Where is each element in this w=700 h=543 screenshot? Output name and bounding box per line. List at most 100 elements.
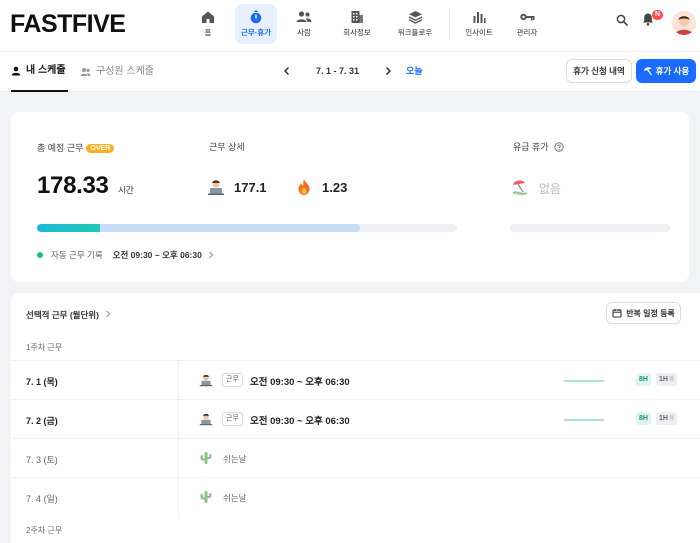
chevron-right-icon[interactable] <box>384 66 392 76</box>
nav-label: 근무·휴가 <box>240 28 272 37</box>
tab-member-schedule[interactable]: 구성원 스케줄 <box>80 52 154 92</box>
paid-leave-value: 없음 <box>539 182 562 196</box>
key-icon <box>520 13 535 21</box>
nav-item-work-leave[interactable]: 근무·휴가 <box>235 4 277 44</box>
break-value: 1H <box>659 415 668 422</box>
work-type-title[interactable]: 선택적 근무 (월단위) <box>26 309 111 321</box>
title-text: 선택적 근무 (월단위) <box>26 310 99 320</box>
break-hours-badge: 1H휴 <box>656 373 678 386</box>
status-dot <box>37 252 43 258</box>
row-divider <box>178 478 179 517</box>
chevron-left-icon[interactable] <box>283 66 291 76</box>
nav-label: 관리자 <box>516 28 538 37</box>
building-icon <box>351 11 363 23</box>
cactus-icon <box>200 452 212 464</box>
overtime-stat: 1.23 <box>295 178 347 196</box>
tab-label: 구성원 스케줄 <box>96 66 154 77</box>
people-icon <box>80 68 91 76</box>
leave-history-button[interactable]: 휴가 신청 내역 <box>566 59 632 83</box>
calendar-icon <box>612 309 622 318</box>
nav-item-admin[interactable]: 관리자 <box>506 4 548 44</box>
work-summary-card: 총 예정 근무 OVER 178.33 시간 근무 상세 177.1 1.23 유… <box>11 112 689 282</box>
nav-label: 워크플로우 <box>397 28 433 37</box>
total-hours-value: 178.33 <box>37 172 109 199</box>
break-suffix: 휴 <box>668 416 675 422</box>
leave-progress-bar <box>510 224 670 232</box>
paid-leave-label: 유급 휴가 <box>513 140 564 153</box>
total-scheduled-label: 총 예정 근무 OVER <box>37 141 115 154</box>
stopwatch-icon <box>250 10 262 24</box>
notification-badge: N <box>652 10 664 20</box>
tab-label: 내 스케줄 <box>26 65 66 76</box>
week-header: 2주차 근무 <box>26 526 63 535</box>
label-text: 유급 휴가 <box>513 142 549 152</box>
work-tag: 근무 <box>222 412 243 426</box>
break-value: 1H <box>659 376 668 383</box>
cactus-icon <box>200 491 212 503</box>
row-date: 7. 4 (일) <box>26 494 58 504</box>
row-divider <box>178 439 179 478</box>
day-off-label: 쉬는날 <box>223 493 247 503</box>
chevron-right-icon <box>106 310 111 318</box>
brand-logo[interactable]: FASTFIVE <box>10 10 126 39</box>
nav-item-workflow[interactable]: 워크플로우 <box>389 4 441 44</box>
worker-laptop-icon <box>199 374 213 387</box>
home-icon <box>202 11 214 23</box>
nav-divider <box>449 10 450 38</box>
date-navigator: 7. 1 - 7. 31 오늘 <box>283 64 423 77</box>
nav-item-people[interactable]: 사람 <box>283 4 325 44</box>
row-divider <box>178 400 179 439</box>
day-off-label: 쉬는날 <box>223 454 247 464</box>
week-header: 1주차 근무 <box>26 343 63 352</box>
work-detail-label: 근무 상세 <box>209 142 245 152</box>
over-badge: OVER <box>86 144 115 153</box>
schedule-row[interactable]: 7. 1 (목) 근무 오전 09:30 ~ 오후 06:30 8H 1H휴 <box>11 360 700 400</box>
timeline-bar <box>564 419 604 421</box>
progress-fill-head <box>37 224 100 232</box>
work-progress-bar <box>37 224 457 232</box>
worker-laptop-icon <box>207 178 225 196</box>
schedule-row[interactable]: 7. 4 (일) 쉬는날 <box>11 477 700 517</box>
use-leave-button[interactable]: 휴가 사용 <box>636 59 696 83</box>
work-time: 오전 09:30 ~ 오후 06:30 <box>250 416 350 427</box>
people-icon <box>296 11 312 22</box>
nav-label: 홈 <box>204 28 212 37</box>
regular-work-hours: 177.1 <box>234 179 267 195</box>
button-label: 반복 일정 등록 <box>626 308 675 318</box>
avatar[interactable] <box>672 11 696 35</box>
row-date: 7. 3 (토) <box>26 455 58 465</box>
beach-umbrella-icon <box>643 67 652 76</box>
work-time: 오전 09:30 ~ 오후 06:30 <box>250 377 350 388</box>
work-tag: 근무 <box>222 373 243 387</box>
main-nav: 홈 근무·휴가 사람 회사정보 워크플로우 인사이트 관리자 <box>187 4 554 44</box>
nav-item-home[interactable]: 홈 <box>187 4 229 44</box>
schedule-card: 선택적 근무 (월단위) 반복 일정 등록 1주차 근무 7. 1 (목) 근무… <box>11 293 700 543</box>
total-hours-unit: 시간 <box>118 185 134 195</box>
nav-label: 회사정보 <box>343 28 371 37</box>
auto-record-label: 자동 근무 기록 <box>51 250 103 260</box>
timeline-bar <box>564 380 604 382</box>
beach-umbrella-icon <box>511 178 529 199</box>
chevron-right-icon <box>208 251 214 259</box>
tab-my-schedule[interactable]: 내 스케줄 <box>11 52 68 92</box>
search-icon[interactable] <box>616 14 628 26</box>
today-button[interactable]: 오늘 <box>406 64 423 77</box>
auto-work-record[interactable]: 자동 근무 기록 오전 09:30 ~ 오후 06:30 <box>37 249 214 261</box>
help-icon[interactable] <box>553 141 564 152</box>
paid-leave-stat: 없음 <box>511 178 561 199</box>
work-hours-badge: 8H <box>636 373 651 386</box>
bar-chart-icon <box>473 12 486 23</box>
nav-item-insight[interactable]: 인사이트 <box>458 4 500 44</box>
auto-record-time: 오전 09:30 ~ 오후 06:30 <box>112 250 202 260</box>
button-label: 휴가 사용 <box>655 66 690 76</box>
schedule-row[interactable]: 7. 2 (금) 근무 오전 09:30 ~ 오후 06:30 8H 1H휴 <box>11 399 700 439</box>
repeat-schedule-button[interactable]: 반복 일정 등록 <box>606 302 681 324</box>
nav-label: 인사이트 <box>465 28 493 37</box>
row-divider <box>178 361 179 400</box>
nav-item-company[interactable]: 회사정보 <box>331 4 383 44</box>
row-date: 7. 1 (목) <box>26 377 58 387</box>
schedule-row[interactable]: 7. 3 (토) 쉬는날 <box>11 438 700 478</box>
regular-work-stat: 177.1 <box>207 178 267 196</box>
break-hours-badge: 1H휴 <box>656 412 678 425</box>
person-icon <box>11 66 21 76</box>
